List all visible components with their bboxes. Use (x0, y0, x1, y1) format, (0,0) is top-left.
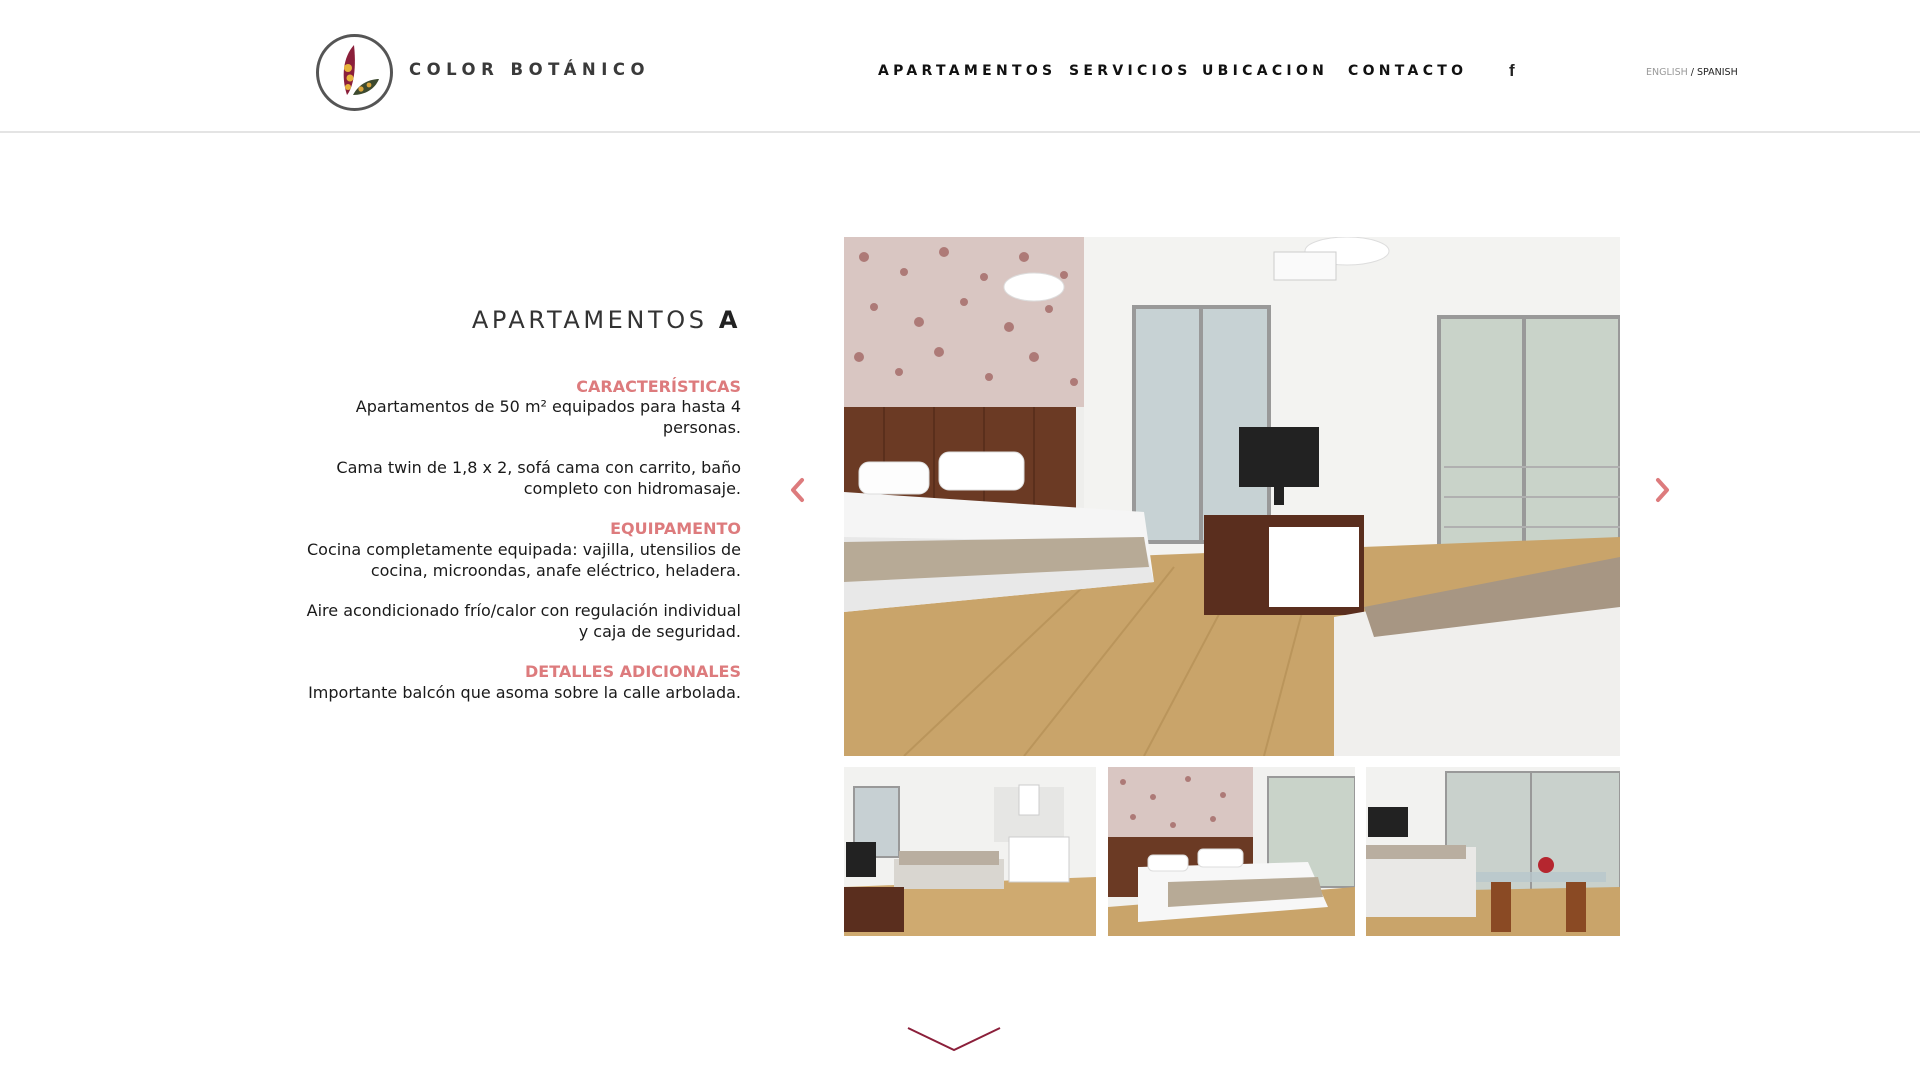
page-title: APARTAMENTOS A (472, 306, 741, 334)
paragraph: Cocina completamente equipada: vajilla, … (307, 540, 741, 580)
leaf-logo-icon (343, 45, 379, 95)
nav-ubicacion[interactable]: UBICACION (1202, 63, 1328, 79)
lang-separator: / (1687, 67, 1697, 78)
nav-apartamentos[interactable]: APARTAMENTOS (878, 63, 1056, 79)
logo[interactable] (316, 34, 393, 111)
gallery-thumbnail[interactable] (844, 767, 1096, 936)
site-header: COLOR BOTÁNICO APARTAMENTOS SERVICIOS UB… (0, 0, 1920, 133)
paragraph: Aire acondicionado frío/calor con regula… (306, 601, 741, 641)
section-heading-caracteristicas: CARACTERÍSTICAS (576, 377, 741, 396)
language-switcher: ENGLISH / SPANISH (1646, 67, 1738, 78)
facebook-icon[interactable]: f (1509, 61, 1515, 81)
lang-english-link[interactable]: ENGLISH (1646, 67, 1688, 78)
paragraph: Cama twin de 1,8 x 2, sofá cama con carr… (336, 458, 741, 498)
main-gallery-photo (844, 237, 1620, 756)
paragraph: Importante balcón que asoma sobre la cal… (308, 683, 741, 702)
title-main: APARTAMENTOS (471, 306, 708, 334)
lang-spanish-link[interactable]: SPANISH (1697, 67, 1738, 78)
paragraph: Apartamentos de 50 m² equipados para has… (355, 397, 741, 437)
title-letter: A (718, 306, 741, 334)
gallery-thumbnail[interactable] (1366, 767, 1620, 936)
section-heading-detalles-adicionales: DETALLES ADICIONALES (524, 662, 741, 681)
nav-contacto[interactable]: CONTACTO (1348, 63, 1467, 79)
gallery-thumbnail[interactable] (1108, 767, 1355, 936)
brand-name[interactable]: COLOR BOTÁNICO (409, 60, 650, 79)
section-heading-equipamento: EQUIPAMENTO (610, 519, 741, 538)
nav-servicios[interactable]: SERVICIOS (1069, 63, 1192, 79)
chevron-down-icon[interactable] (906, 1024, 1002, 1054)
chevron-right-icon[interactable] (1651, 475, 1675, 505)
chevron-left-icon[interactable] (785, 475, 809, 505)
